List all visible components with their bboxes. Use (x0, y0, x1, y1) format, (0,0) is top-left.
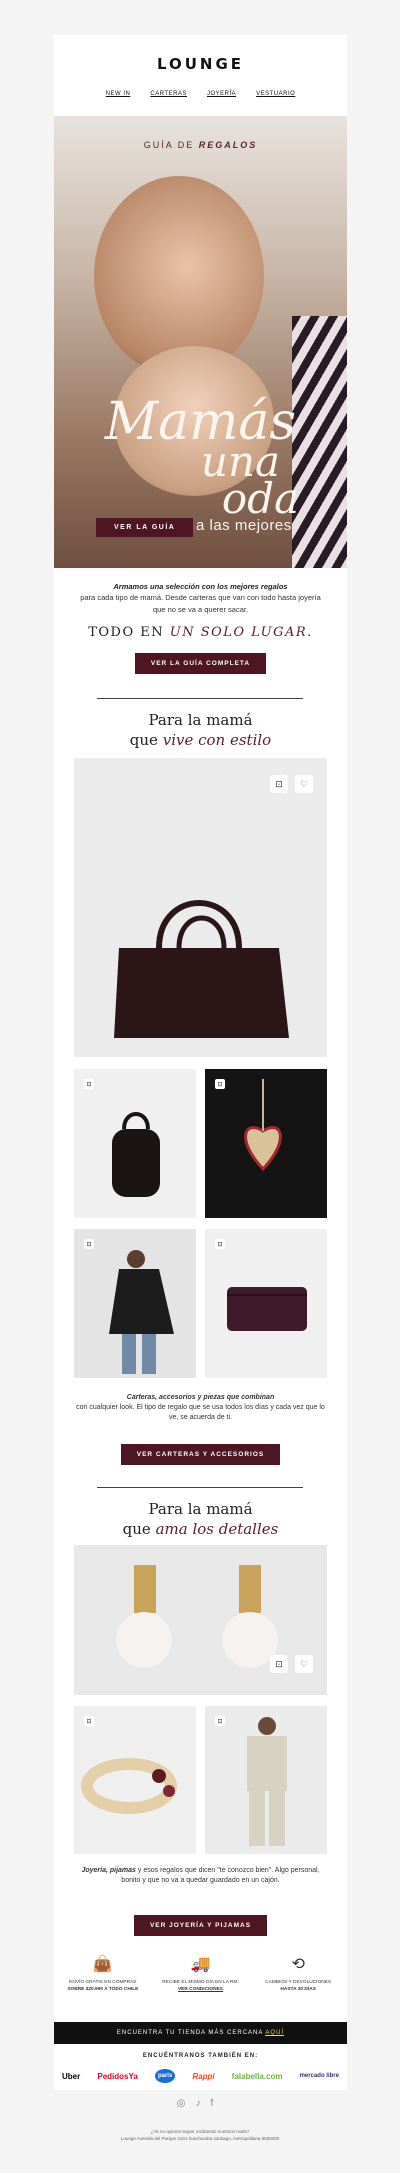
product-pouch[interactable]: ⊡ (205, 1229, 327, 1378)
product-keychain[interactable]: ⊡ (205, 1069, 327, 1218)
social-icons: ◎♪f (0, 2098, 400, 2109)
add-to-cart-icon[interactable]: ⊡ (84, 1239, 94, 1249)
product-pajamas[interactable]: ⊡ (205, 1706, 327, 1854)
pajamas-image (247, 1717, 287, 1846)
hero-kicker: GUÍA DE REGALOS (143, 140, 258, 150)
nav-vestuario[interactable]: VESTUARIO (256, 91, 295, 97)
tiktok-icon[interactable]: ♪ (195, 2098, 210, 2109)
intro-text: Armamos una selección con los mejores re… (80, 582, 321, 614)
partners-title: ENCUÉNTRANOS TAMBIÉN EN: (142, 2053, 259, 2059)
benefits-row: 👜 ENVÍO GRATIS EN COMPRAS SOBRE $20.990 A … (54, 1953, 347, 1993)
brand-logo[interactable]: LOUNGE (54, 55, 347, 73)
benefit-same-day: 🚚 RECIBE EL MISMO DÍA EN LA RM. VER CONDIC… (155, 1953, 245, 1993)
instagram-icon[interactable]: ◎ (177, 2098, 196, 2109)
hero-photo-mother (94, 176, 264, 376)
store-locator-link[interactable]: AQUÍ (265, 2030, 284, 2036)
benefit-returns: ⟲ CAMBIOS Y DEVOLUCIONES HASTA 30 DÍAS (253, 1953, 343, 1993)
partner-pedidosya[interactable]: PedidosYa (97, 2072, 137, 2081)
nav-carteras[interactable]: CARTERAS (150, 91, 187, 97)
nav-joyeria[interactable]: JOYERÍA (207, 91, 236, 97)
return-icon: ⟲ (291, 1956, 305, 1973)
bracelets-image (81, 1758, 177, 1814)
footer: ¿Ya no quieres seguir recibiendo nuestro… (120, 2129, 280, 2142)
section2-title: Para la mamá que ama los detalles (122, 1500, 279, 1539)
partner-uber[interactable]: Uber (62, 2072, 80, 2081)
hero-banner[interactable]: GUÍA DE REGALOS Mamás una oda VER LA GUÍ… (54, 116, 347, 568)
poncho-image (109, 1250, 174, 1374)
product-tote-bag[interactable]: ⊡ ♡ (74, 758, 327, 1057)
wishlist-heart-icon[interactable]: ♡ (295, 1655, 313, 1673)
nav-bar: NEW IN CARTERAS JOYERÍA VESTUARIO (54, 91, 347, 97)
divider (97, 1487, 303, 1488)
partners-row: Uber PedidosYa paris Rappi falabella.com… (62, 2069, 339, 2083)
product-bracelets[interactable]: ⊡ (74, 1706, 196, 1854)
partner-mercadolibre[interactable]: mercado libre (300, 2073, 339, 2079)
add-to-cart-icon[interactable]: ⊡ (215, 1079, 225, 1089)
add-to-cart-icon[interactable]: ⊡ (270, 1655, 288, 1673)
tote-bag-image (114, 900, 289, 1038)
view-jewelry-button[interactable]: VER JOYERÍA Y PIJAMAS (133, 1915, 268, 1936)
divider (97, 698, 303, 699)
benefit-free-shipping: 👜 ENVÍO GRATIS EN COMPRAS SOBRE $20.990 A … (58, 1953, 148, 1993)
section1-title: Para la mamá que vive con estilo (129, 711, 272, 750)
section2-copy: Joyería, pijamas y esos regalos que dice… (81, 1867, 320, 1885)
add-to-cart-icon[interactable]: ⊡ (84, 1716, 94, 1726)
intro: Armamos una selección con los mejores re… (54, 568, 347, 674)
hero-title-line3: oda (221, 474, 300, 523)
add-to-cart-icon[interactable]: ⊡ (215, 1239, 225, 1249)
hero-subtitle: a las mejores (196, 517, 292, 534)
pouch-image (227, 1287, 307, 1331)
header: LOUNGE NEW IN CARTERAS JOYERÍA VESTUARIO (54, 35, 347, 116)
section1-copy: Carteras, accesorios y piezas que combin… (76, 1394, 325, 1422)
add-to-cart-icon[interactable]: ⊡ (270, 775, 288, 793)
email-container: LOUNGE NEW IN CARTERAS JOYERÍA VESTUARIO… (54, 35, 347, 2090)
add-to-cart-icon[interactable]: ⊡ (215, 1716, 225, 1726)
truck-icon: 🚚 (190, 1956, 211, 1973)
tagline: TODO EN UN SOLO LUGAR. (88, 624, 313, 640)
product-earrings[interactable]: ⊡ ♡ (74, 1545, 327, 1695)
view-bags-button[interactable]: VER CARTERAS Y ACCESORIOS (120, 1444, 281, 1465)
facebook-icon[interactable]: f (210, 2098, 223, 2109)
view-guide-button[interactable]: VER LA GUÍA (96, 518, 194, 537)
partner-paris[interactable]: paris (154, 2069, 176, 2083)
store-locator-bar[interactable]: ENCUENTRA TU TIENDA MÁS CERCANA AQUÍ (54, 2022, 347, 2044)
shopping-bag-icon: 👜 (92, 1956, 113, 1973)
hero-title-line2: una (200, 437, 281, 486)
earrings-image (116, 1565, 278, 1668)
product-poncho[interactable]: ⊡ (74, 1229, 196, 1378)
keychain-image (205, 1069, 327, 1218)
add-to-cart-icon[interactable]: ⊡ (84, 1079, 94, 1089)
partner-rappi[interactable]: Rappi (192, 2072, 214, 2081)
product-backpack[interactable]: ⊡ (74, 1069, 196, 1218)
partner-falabella[interactable]: falabella.com (232, 2072, 283, 2081)
nav-new-in[interactable]: NEW IN (106, 91, 131, 97)
wishlist-heart-icon[interactable]: ♡ (295, 775, 313, 793)
view-full-guide-button[interactable]: VER LA GUÍA COMPLETA (134, 652, 267, 674)
backpack-image (112, 1112, 160, 1197)
